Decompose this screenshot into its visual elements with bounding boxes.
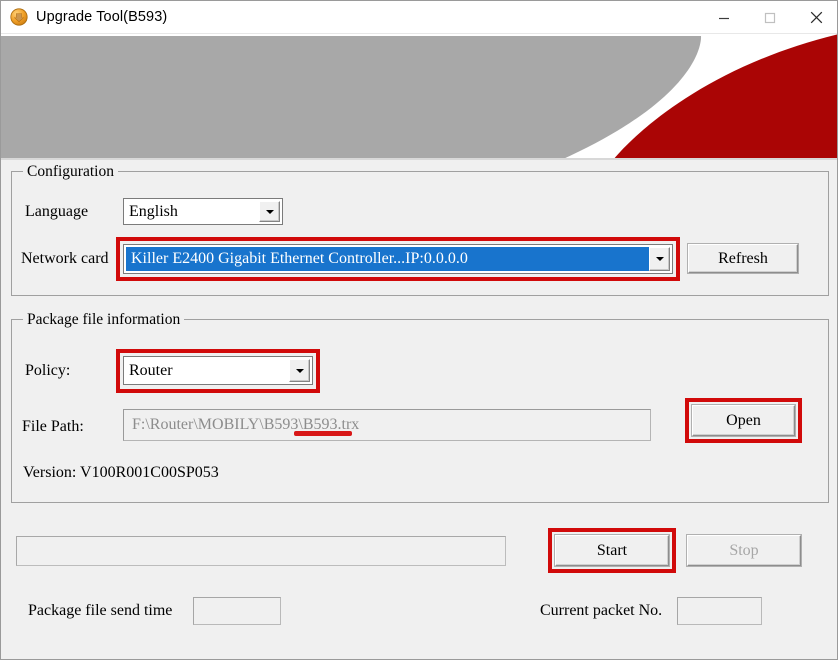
language-label: Language [25,203,89,220]
maximize-icon[interactable] [747,1,793,34]
policy-value: Router [129,361,173,379]
policy-label: Policy: [25,362,71,379]
refresh-button[interactable]: Refresh [688,244,798,273]
upgrade-tool-window: Upgrade Tool(B593) Configuration Languag… [0,0,838,660]
network-card-label: Network card [21,250,109,267]
current-packet-no-value [677,597,762,625]
current-packet-no-label: Current packet No. [540,602,663,619]
policy-combobox[interactable]: Router [123,356,313,385]
version-text: Version: V100R001C00SP053 [23,464,219,481]
network-card-value: Killer E2400 Gigabit Ethernet Controller… [126,247,649,271]
package-send-time-label: Package file send time [28,602,173,619]
close-icon[interactable] [793,1,837,34]
window-controls [701,1,837,34]
chevron-down-icon[interactable] [259,201,280,222]
header-banner [1,34,837,160]
window-title: Upgrade Tool(B593) [36,9,168,25]
upgrade-download-icon [10,8,28,26]
package-group-title: Package file information [23,311,185,329]
file-path-label: File Path: [22,418,84,435]
stop-button: Stop [687,535,801,566]
language-combobox[interactable]: English [123,198,283,225]
configuration-group-title: Configuration [23,163,118,181]
network-card-combobox[interactable]: Killer E2400 Gigabit Ethernet Controller… [123,244,673,274]
progress-bar [16,536,506,566]
chevron-down-icon[interactable] [649,247,670,271]
minimize-icon[interactable] [701,1,747,34]
package-send-time-value [193,597,281,625]
chevron-down-icon[interactable] [289,359,310,382]
configuration-group: Configuration [11,163,829,296]
file-path-input[interactable]: F:\Router\MOBILY\B593\B593.trx [123,409,651,441]
start-button[interactable]: Start [555,535,669,566]
language-value: English [129,202,178,220]
open-button[interactable]: Open [692,405,795,436]
title-bar: Upgrade Tool(B593) [1,1,837,34]
